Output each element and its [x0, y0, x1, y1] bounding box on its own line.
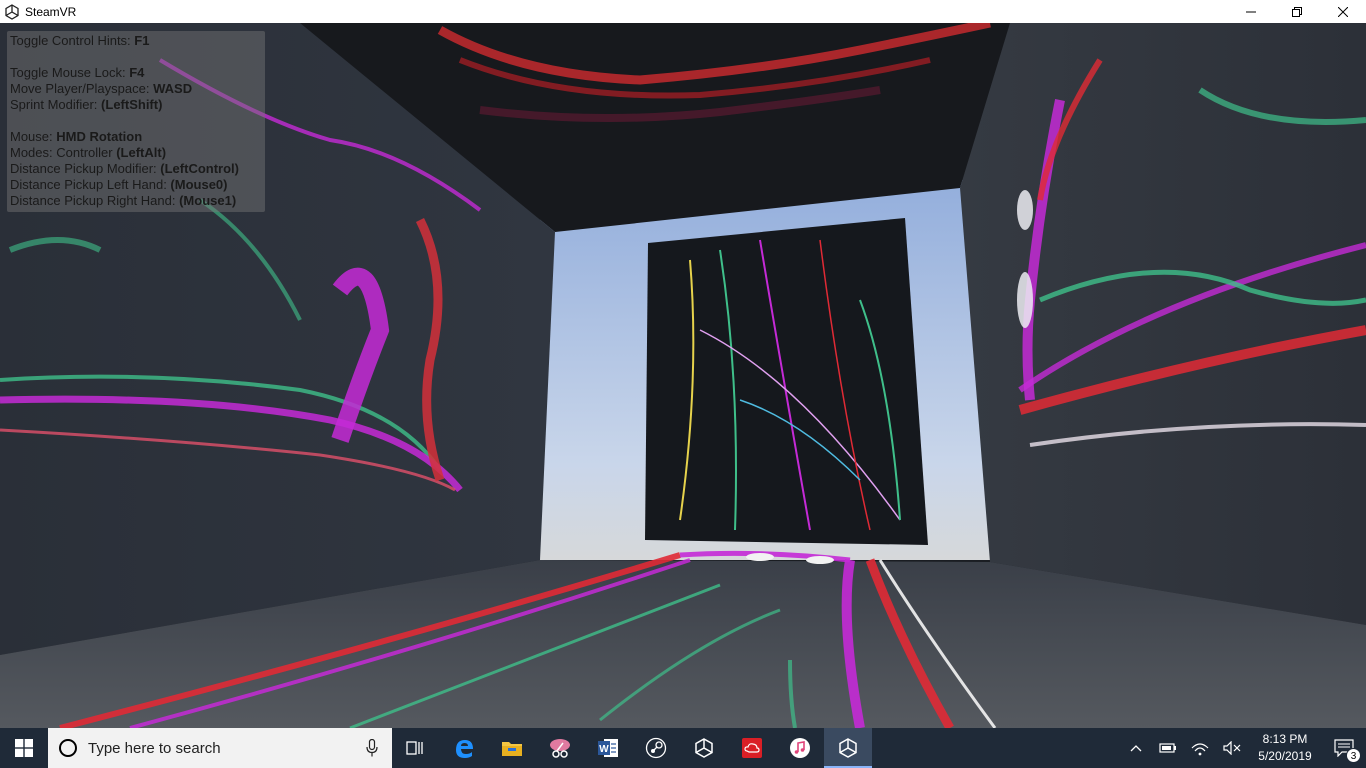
taskbar-app-icons: W [392, 728, 872, 768]
task-view-button[interactable] [392, 728, 440, 768]
window-title: SteamVR [25, 4, 77, 19]
unity-icon [695, 738, 713, 758]
close-button[interactable] [1320, 0, 1366, 23]
unity-hub-button[interactable] [680, 728, 728, 768]
windows-logo-icon [15, 739, 33, 757]
volume-button[interactable] [1216, 728, 1248, 768]
window-title-bar: SteamVR [0, 0, 1366, 23]
taskbar-search-box[interactable]: Type here to search [48, 728, 392, 768]
itunes-icon [790, 738, 810, 758]
window-controls [1228, 0, 1366, 23]
task-view-icon [406, 741, 423, 755]
battery-button[interactable] [1152, 728, 1184, 768]
edge-button[interactable] [440, 728, 488, 768]
unity-app-icon [5, 3, 19, 20]
word-icon: W [598, 739, 618, 757]
microphone-icon[interactable] [366, 739, 378, 757]
windows-taskbar: Type here to search W 8:13 PM 5/20/2019 … [0, 728, 1366, 768]
hint-distance-pickup-right: Distance Pickup Right Hand: (Mouse1) [10, 193, 237, 208]
clock-time: 8:13 PM [1262, 732, 1308, 746]
battery-icon [1159, 743, 1176, 753]
minimize-icon [1246, 11, 1256, 12]
hint-modes: Modes: Controller (LeftAlt) [10, 145, 167, 160]
creative-cloud-button[interactable] [728, 728, 776, 768]
steam-icon [645, 737, 667, 759]
snipping-tool-icon [550, 739, 570, 758]
unity-active-icon [839, 738, 857, 758]
creative-cloud-icon [742, 738, 762, 758]
restore-button[interactable] [1274, 0, 1320, 23]
svg-text:W: W [599, 744, 609, 755]
notification-count-badge: 3 [1346, 748, 1361, 763]
unity-active-button[interactable] [824, 728, 872, 768]
chevron-up-icon [1130, 745, 1142, 752]
snipping-tool-button[interactable] [536, 728, 584, 768]
hint-distance-pickup-modifier: Distance Pickup Modifier: (LeftControl) [10, 161, 239, 176]
network-button[interactable] [1184, 728, 1216, 768]
volume-muted-icon [1223, 741, 1241, 755]
hint-toggle-mouse-lock: Toggle Mouse Lock: F4 [10, 65, 145, 80]
hint-toggle-control-hints: Toggle Control Hints: F1 [10, 33, 150, 48]
wifi-icon [1191, 743, 1209, 756]
hint-sprint-modifier: Sprint Modifier: (LeftShift) [10, 97, 163, 112]
edge-icon [456, 740, 473, 758]
show-hidden-icons-button[interactable] [1120, 728, 1152, 768]
file-explorer-icon [502, 742, 522, 756]
itunes-button[interactable] [776, 728, 824, 768]
system-tray: 8:13 PM 5/20/2019 3 [1120, 728, 1366, 768]
steam-button[interactable] [632, 728, 680, 768]
taskbar-clock[interactable]: 8:13 PM 5/20/2019 [1248, 731, 1322, 765]
minimize-button[interactable] [1228, 0, 1274, 23]
action-center-button[interactable]: 3 [1322, 728, 1366, 768]
hint-move-player: Move Player/Playspace: WASD [10, 81, 193, 96]
restore-icon [1292, 6, 1302, 17]
close-icon [1338, 6, 1348, 17]
cortana-circle-icon [59, 739, 77, 757]
hint-distance-pickup-left: Distance Pickup Left Hand: (Mouse0) [10, 177, 228, 192]
search-placeholder: Type here to search [88, 739, 221, 757]
vr-scene-viewport[interactable]: Toggle Control Hints: F1 Toggle Mouse Lo… [0, 23, 1366, 728]
hint-mouse: Mouse: HMD Rotation [10, 129, 143, 144]
back-wall-artwork [645, 218, 928, 545]
word-button[interactable]: W [584, 728, 632, 768]
control-hints-panel: Toggle Control Hints: F1 Toggle Mouse Lo… [7, 31, 265, 212]
clock-date: 5/20/2019 [1258, 749, 1312, 763]
file-explorer-button[interactable] [488, 728, 536, 768]
start-button[interactable] [0, 728, 48, 768]
